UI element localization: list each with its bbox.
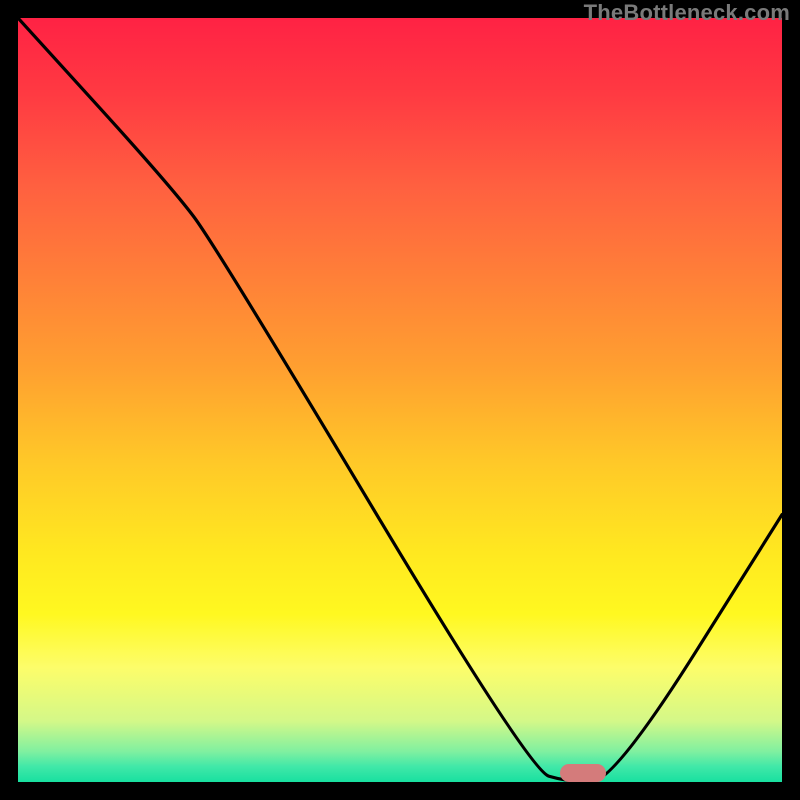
watermark-text: TheBottleneck.com [584, 0, 790, 26]
optimal-range-marker [560, 764, 606, 782]
chart-frame: TheBottleneck.com [0, 0, 800, 800]
plot-area [18, 18, 782, 782]
bottleneck-curve [18, 18, 782, 782]
